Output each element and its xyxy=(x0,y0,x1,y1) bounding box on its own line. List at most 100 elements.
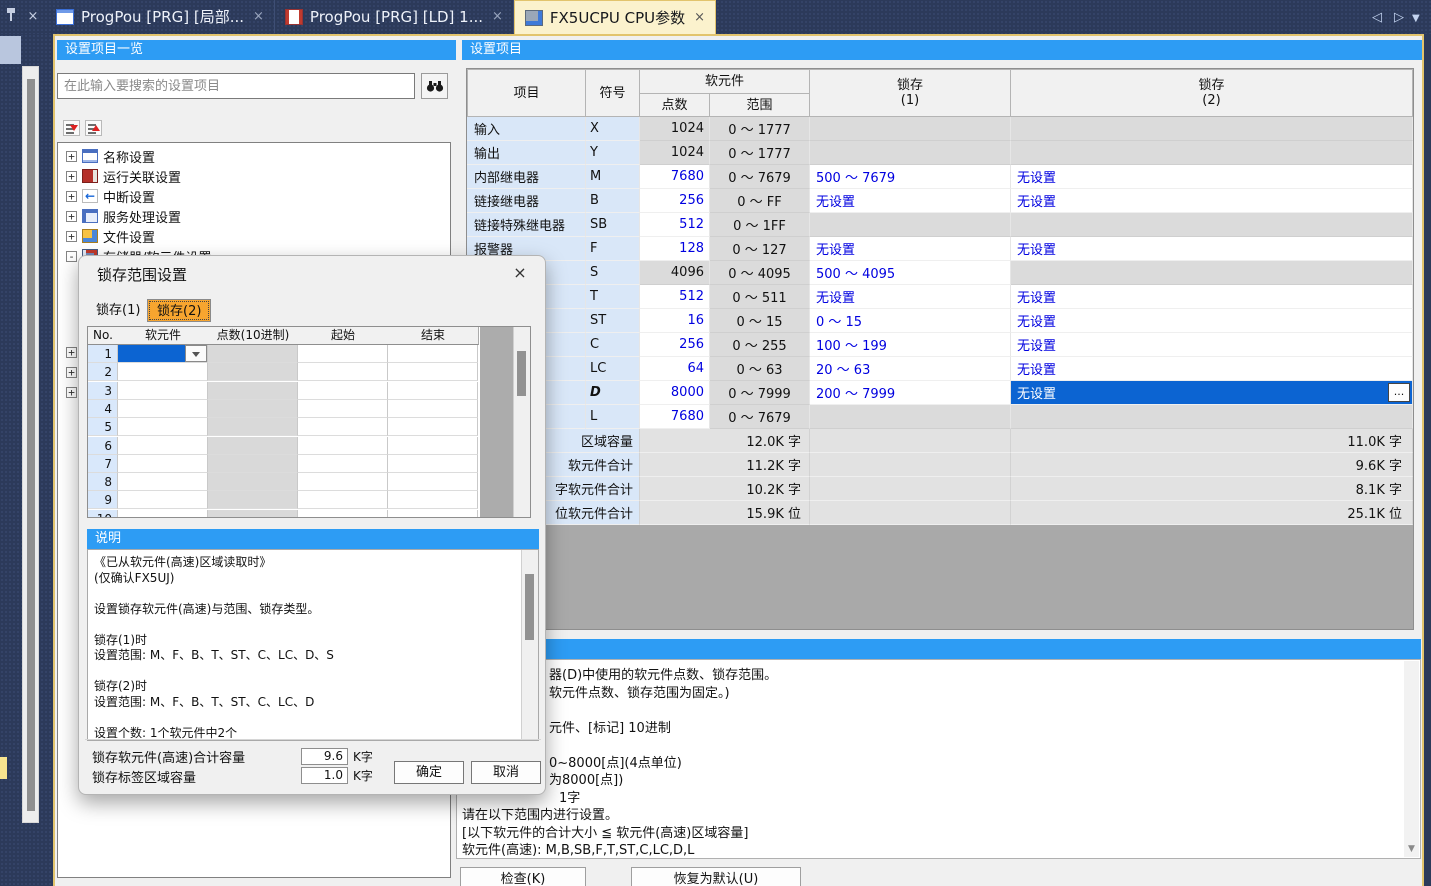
dialog-tab-latch2[interactable]: 锁存(2) xyxy=(147,299,211,322)
device-points-cell[interactable]: 4096 xyxy=(640,261,710,285)
points-cell[interactable] xyxy=(208,345,298,363)
sidebar-item-interrupt-settings[interactable]: +←中断设置 xyxy=(66,187,155,205)
end-cell[interactable] xyxy=(388,382,478,400)
start-cell[interactable] xyxy=(298,455,388,473)
document-tab[interactable]: FX5UCPU CPU参数× xyxy=(514,0,716,34)
device-symbol-cell[interactable]: LC xyxy=(586,357,640,381)
restore-default-button[interactable]: 恢复为默认(U) xyxy=(631,867,801,886)
start-cell[interactable] xyxy=(298,491,388,509)
latch1-cell[interactable]: 0 〜 15 xyxy=(810,309,1011,333)
latch2-cell[interactable] xyxy=(1011,261,1413,285)
sidebar-item-service-settings[interactable]: +服务处理设置 xyxy=(66,207,181,225)
device-symbol-cell[interactable]: B xyxy=(586,189,640,213)
latch2-cell[interactable] xyxy=(1011,405,1413,429)
latch1-cell[interactable]: 500 〜 4095 xyxy=(810,261,1011,285)
device-name-cell[interactable]: 内部继电器 xyxy=(467,165,586,189)
dialog-tab-latch1[interactable]: 锁存(1) xyxy=(87,299,149,322)
latch1-cell[interactable]: 500 〜 7679 xyxy=(810,165,1011,189)
device-select-cell[interactable] xyxy=(118,473,208,491)
end-cell[interactable] xyxy=(388,491,478,509)
device-symbol-cell[interactable]: C xyxy=(586,333,640,357)
end-cell[interactable] xyxy=(388,363,478,381)
tree-expander[interactable]: + xyxy=(66,231,77,242)
latch2-cell[interactable] xyxy=(1011,213,1413,237)
sidebar-item-file-settings[interactable]: +文件设置 xyxy=(66,227,155,245)
vertical-scrollbar[interactable] xyxy=(22,66,39,823)
start-cell[interactable] xyxy=(298,473,388,491)
desc-scrollbar[interactable] xyxy=(521,550,538,740)
device-points-cell[interactable]: 256 xyxy=(640,333,710,357)
device-symbol-cell[interactable]: SB xyxy=(586,213,640,237)
search-input[interactable] xyxy=(57,73,415,99)
device-symbol-cell[interactable]: M xyxy=(586,165,640,189)
latch1-cell[interactable]: 无设置 xyxy=(810,237,1011,261)
device-points-cell[interactable]: 512 xyxy=(640,285,710,309)
device-symbol-cell[interactable]: D xyxy=(586,381,640,405)
device-dropdown-button[interactable] xyxy=(185,345,207,362)
latch2-cell[interactable]: 无设置... xyxy=(1011,381,1413,405)
points-cell[interactable] xyxy=(208,382,298,400)
document-tab[interactable]: ProgPou [PRG] [LD] 1...× xyxy=(275,0,514,33)
pin-icon[interactable] xyxy=(4,8,22,26)
device-symbol-cell[interactable]: L xyxy=(586,405,640,429)
device-name-cell[interactable]: 输入 xyxy=(467,117,586,141)
device-select-cell[interactable] xyxy=(118,455,208,473)
device-name-cell[interactable]: 链接特殊继电器 xyxy=(467,213,586,237)
device-symbol-cell[interactable]: ST xyxy=(586,309,640,333)
start-cell[interactable] xyxy=(298,418,388,436)
tree-expander[interactable]: + xyxy=(66,171,77,182)
device-symbol-cell[interactable]: Y xyxy=(586,141,640,165)
latch1-cell[interactable] xyxy=(810,141,1011,165)
scrollbar-thumb[interactable] xyxy=(525,574,534,640)
tree-expander[interactable]: + xyxy=(66,347,77,358)
device-symbol-cell[interactable]: T xyxy=(586,285,640,309)
scroll-down-icon[interactable]: ▼ xyxy=(1404,842,1419,857)
search-button[interactable] xyxy=(421,73,448,99)
device-points-cell[interactable]: 16 xyxy=(640,309,710,333)
latch1-cell[interactable]: 100 〜 199 xyxy=(810,333,1011,357)
scrollbar-thumb[interactable] xyxy=(517,351,526,396)
device-points-cell[interactable]: 7680 xyxy=(640,405,710,429)
latch1-cell[interactable] xyxy=(810,213,1011,237)
tree-expander[interactable]: + xyxy=(66,387,77,398)
cancel-button[interactable]: 取消 xyxy=(471,761,541,784)
collapse-all-icon[interactable] xyxy=(63,120,80,136)
start-cell[interactable] xyxy=(298,363,388,381)
scroll-tabs-left-icon[interactable]: ◁ xyxy=(1372,10,1382,25)
device-name-cell[interactable]: 链接继电器 xyxy=(467,189,586,213)
start-cell[interactable] xyxy=(298,437,388,455)
scroll-tabs-right-icon[interactable]: ▷ xyxy=(1394,10,1404,25)
points-cell[interactable] xyxy=(208,363,298,381)
latch2-cell[interactable]: 无设置 xyxy=(1011,333,1413,357)
points-cell[interactable] xyxy=(208,455,298,473)
device-points-cell[interactable]: 256 xyxy=(640,189,710,213)
end-cell[interactable] xyxy=(388,345,478,363)
tree-expander[interactable]: + xyxy=(66,151,77,162)
points-cell[interactable] xyxy=(208,491,298,509)
tree-expander[interactable]: + xyxy=(66,211,77,222)
latch2-cell[interactable]: 无设置 xyxy=(1011,165,1413,189)
device-points-cell[interactable]: 1024 xyxy=(640,141,710,165)
close-icon[interactable]: × xyxy=(24,8,42,26)
end-cell[interactable] xyxy=(388,510,478,518)
latch2-cell[interactable]: 无设置 xyxy=(1011,309,1413,333)
end-cell[interactable] xyxy=(388,418,478,436)
latch2-cell[interactable]: 无设置 xyxy=(1011,189,1413,213)
tree-expander[interactable]: + xyxy=(66,367,77,378)
points-cell[interactable] xyxy=(208,510,298,518)
device-points-cell[interactable]: 64 xyxy=(640,357,710,381)
start-cell[interactable] xyxy=(298,510,388,518)
start-cell[interactable] xyxy=(298,382,388,400)
dialog-close-icon[interactable]: × xyxy=(509,262,531,284)
ok-button[interactable]: 确定 xyxy=(394,761,464,784)
latch2-cell[interactable]: 无设置 xyxy=(1011,357,1413,381)
device-points-cell[interactable]: 1024 xyxy=(640,117,710,141)
latch2-cell[interactable] xyxy=(1011,117,1413,141)
latch2-cell[interactable]: 无设置 xyxy=(1011,285,1413,309)
points-cell[interactable] xyxy=(208,418,298,436)
explanation-scrollbar[interactable]: ▼ xyxy=(1404,661,1419,857)
device-select-cell[interactable] xyxy=(118,510,208,518)
device-symbol-cell[interactable]: S xyxy=(586,261,640,285)
points-cell[interactable] xyxy=(208,400,298,418)
autohide-tab[interactable] xyxy=(0,36,21,64)
